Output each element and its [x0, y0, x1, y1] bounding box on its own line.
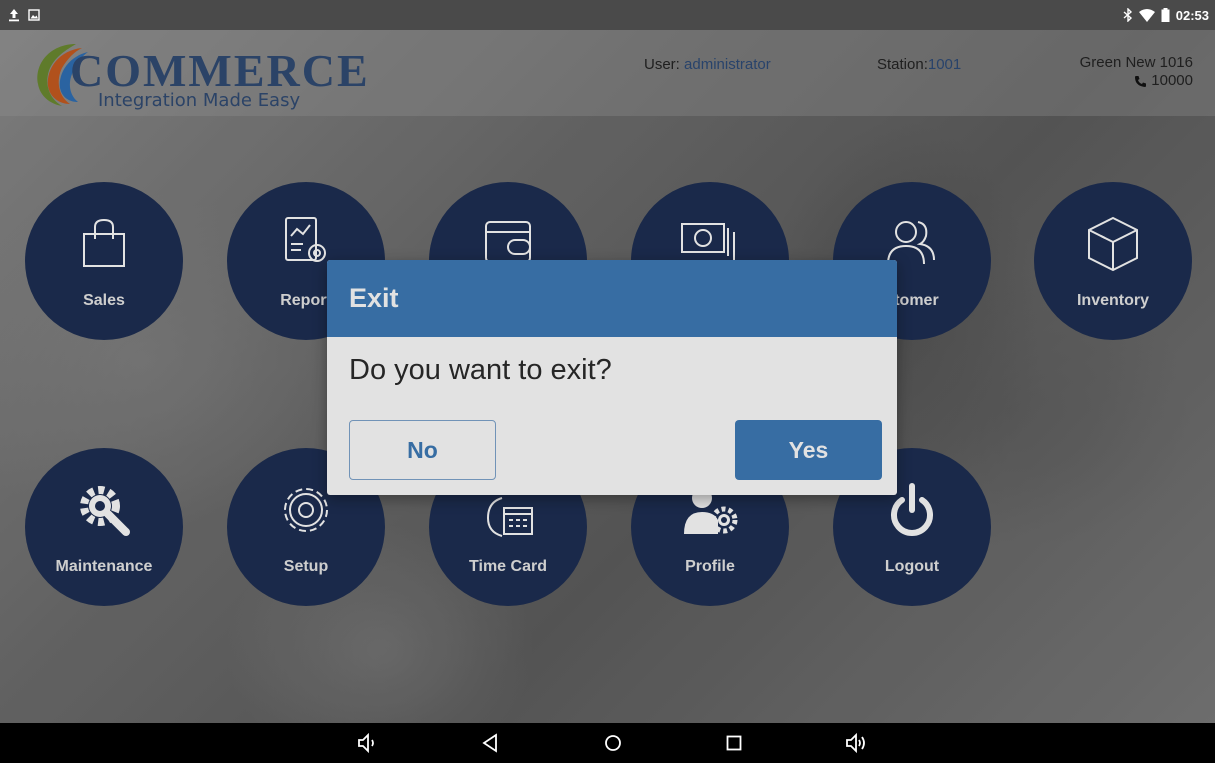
- volume-down-icon[interactable]: [356, 731, 380, 755]
- store-phone-row: 10000: [1134, 72, 1193, 90]
- users-icon: [887, 221, 935, 265]
- logout-label: Logout: [884, 558, 940, 575]
- profile-tile[interactable]: Profile: [631, 448, 789, 606]
- commerce-logo: COMMERCE Integration Made Easy: [30, 38, 370, 111]
- sales-label: Sales: [83, 292, 125, 309]
- timecard-label: Time Card: [469, 558, 547, 575]
- customer-label: stomer: [885, 292, 939, 309]
- yes-button[interactable]: Yes: [735, 420, 882, 480]
- customer-tile[interactable]: stomer: [833, 182, 991, 340]
- profile-label: Profile: [685, 558, 735, 575]
- shopping-bag-icon: [83, 218, 125, 267]
- store-info: Green New 1016 10000: [1080, 54, 1193, 93]
- app-header: COMMERCE Integration Made Easy User: adm…: [0, 30, 1215, 116]
- store-name: Green New 1016: [1079, 54, 1193, 71]
- logo-swoosh-icon: [37, 44, 88, 106]
- volume-up-icon[interactable]: [844, 731, 868, 755]
- user-info: User: administrator: [644, 56, 771, 73]
- no-button[interactable]: No: [349, 420, 496, 480]
- station-info: Station:1001: [877, 56, 961, 73]
- inventory-label: Inventory: [1076, 292, 1149, 309]
- report-tile[interactable]: Report: [227, 182, 385, 340]
- user-label: User:: [644, 56, 685, 73]
- logout-tile[interactable]: Logout: [833, 448, 991, 606]
- maintenance-tile[interactable]: Maintenance: [25, 448, 183, 606]
- box-icon: [1088, 216, 1138, 272]
- station-label: Station:: [877, 56, 928, 73]
- status-bar: 02:53: [0, 0, 1215, 30]
- setup-label: Setup: [283, 558, 329, 575]
- gear-wrench-icon: [80, 486, 130, 536]
- status-time: 02:53: [1175, 7, 1209, 23]
- user-gear-icon: [684, 488, 738, 534]
- wifi-icon: [1138, 8, 1155, 22]
- image-icon: [28, 9, 40, 21]
- app-screen: COMMERCE Integration Made Easy User: adm…: [0, 30, 1215, 723]
- battery-icon: [1161, 8, 1170, 22]
- sales-tile[interactable]: Sales: [25, 182, 183, 340]
- dialog-title: Exit: [327, 260, 897, 337]
- station-value: 1001: [927, 56, 962, 73]
- inventory-tile[interactable]: Inventory: [1034, 182, 1192, 340]
- report-label: Report: [280, 292, 332, 309]
- logo-word: COMMERCE: [70, 45, 370, 96]
- timecard-tile[interactable]: Time Card: [429, 448, 587, 606]
- store-phone: 10000: [1151, 72, 1193, 89]
- gear-icon: [284, 488, 328, 532]
- status-bar-left: [8, 8, 40, 22]
- user-value: administrator: [684, 56, 771, 73]
- maintenance-label: Maintenance: [55, 558, 153, 575]
- navigation-bar: [0, 723, 1215, 763]
- setup-tile[interactable]: Setup: [227, 448, 385, 606]
- back-icon[interactable]: [479, 731, 503, 755]
- wallet-icon: [485, 221, 531, 263]
- bluetooth-icon: [1123, 8, 1132, 22]
- dialog-message: Do you want to exit?: [349, 354, 612, 386]
- cash-tile[interactable]: [631, 182, 789, 340]
- status-bar-right: 02:53: [1123, 8, 1209, 23]
- recents-icon[interactable]: [722, 731, 746, 755]
- calendar-clock-icon: [486, 497, 533, 537]
- logo-tagline: Integration Made Easy: [98, 90, 301, 111]
- wallet-tile[interactable]: [429, 182, 587, 340]
- upload-icon: [9, 9, 19, 22]
- phone-icon: [1135, 75, 1147, 87]
- power-icon: [891, 483, 933, 536]
- report-gear-icon: [285, 217, 326, 262]
- cash-icon: [681, 223, 735, 260]
- exit-dialog: Exit Do you want to exit? No Yes: [327, 260, 897, 495]
- home-icon[interactable]: [601, 731, 625, 755]
